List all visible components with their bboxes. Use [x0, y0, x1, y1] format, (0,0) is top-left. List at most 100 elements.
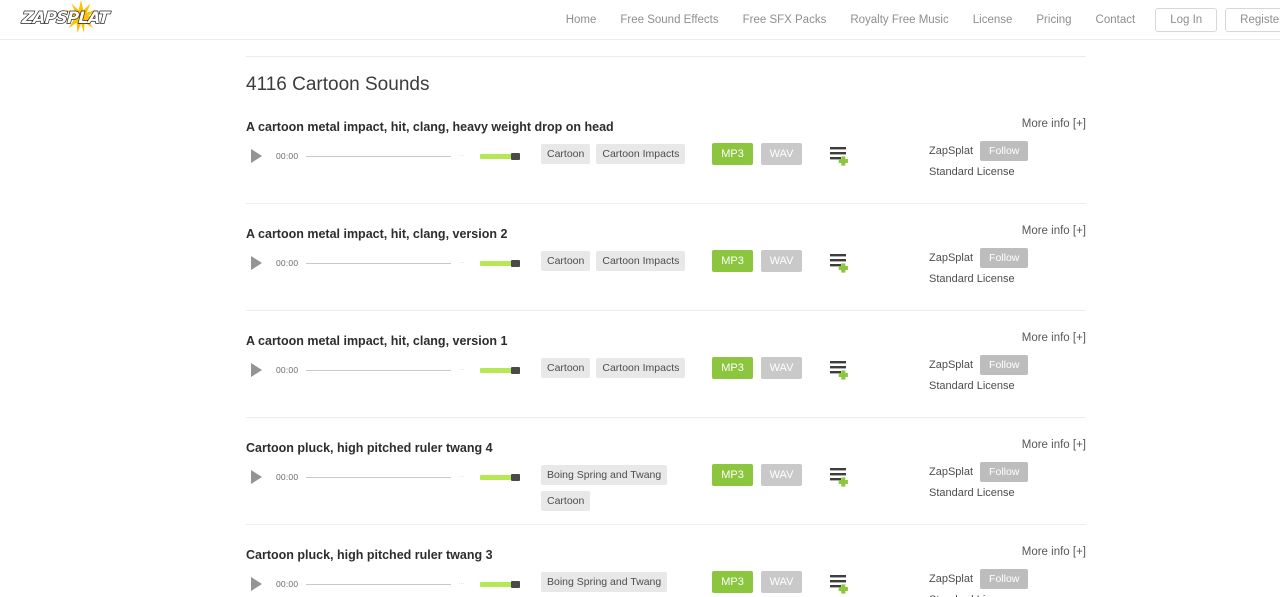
more-info-toggle[interactable]: More info [+] — [1022, 118, 1086, 130]
download-wav-button[interactable]: WAV — [761, 357, 802, 379]
license-label: Standard License — [929, 487, 1015, 499]
volume-slider[interactable] — [480, 366, 520, 374]
author-block: ZapSplat Follow Standard License — [929, 248, 1089, 285]
seek-slider[interactable] — [306, 262, 451, 264]
play-icon[interactable] — [249, 576, 265, 592]
author-block: ZapSplat Follow Standard License — [929, 141, 1089, 178]
nav-item-home[interactable]: Home — [554, 0, 609, 40]
volume-slider[interactable] — [480, 580, 520, 588]
license-label: Standard License — [929, 273, 1015, 285]
download-mp3-button[interactable]: MP3 — [712, 571, 753, 593]
tag-chip[interactable]: Cartoon — [541, 358, 591, 378]
more-info-toggle[interactable]: More info [+] — [1022, 546, 1086, 558]
author-name[interactable]: ZapSplat — [929, 145, 973, 157]
author-name[interactable]: ZapSplat — [929, 466, 973, 478]
sound-row-body: 00:00 CartoonCartoon Impacts MP3 WAV — [246, 355, 1086, 403]
sound-title: A cartoon metal impact, hit, clang, heav… — [246, 120, 614, 134]
follow-button[interactable]: Follow — [980, 569, 1029, 589]
zapsplat-logo[interactable]: ZAPSPLAT — [21, 0, 142, 34]
loading-dots-icon — [457, 150, 473, 162]
more-info-toggle[interactable]: More info [+] — [1022, 439, 1086, 451]
sound-row-body: 00:00 CartoonCartoon Impacts MP3 WAV — [246, 141, 1086, 189]
download-mp3-button[interactable]: MP3 — [712, 250, 753, 272]
sound-title: A cartoon metal impact, hit, clang, vers… — [246, 334, 508, 348]
tag-chip[interactable]: Cartoon — [541, 491, 591, 511]
volume-slider[interactable] — [480, 259, 520, 267]
author-name[interactable]: ZapSplat — [929, 252, 973, 264]
add-to-playlist-icon[interactable] — [829, 465, 851, 487]
tag-list: Cartoon Cartoon Impacts — [541, 144, 711, 164]
register-button[interactable]: Register — [1225, 8, 1280, 32]
nav-item-free-sfx-packs[interactable]: Free SFX Packs — [731, 0, 839, 40]
tag-chip[interactable]: Cartoon — [541, 251, 591, 271]
author-name[interactable]: ZapSplat — [929, 359, 973, 371]
follow-button[interactable]: Follow — [980, 355, 1029, 375]
nav-item-contact[interactable]: Contact — [1084, 0, 1148, 40]
follow-button[interactable]: Follow — [980, 462, 1029, 482]
login-button[interactable]: Log In — [1155, 8, 1218, 32]
current-time: 00:00 — [276, 579, 299, 589]
current-time: 00:00 — [276, 472, 299, 482]
seek-slider[interactable] — [306, 476, 451, 478]
current-time: 00:00 — [276, 258, 299, 268]
current-time: 00:00 — [276, 151, 299, 161]
more-info-toggle[interactable]: More info [+] — [1022, 225, 1086, 237]
nav-item-pricing[interactable]: Pricing — [1024, 0, 1083, 40]
play-icon[interactable] — [249, 362, 265, 378]
seek-slider[interactable] — [306, 583, 451, 585]
volume-slider[interactable] — [480, 152, 520, 160]
sound-title: Cartoon pluck, high pitched ruler twang … — [246, 441, 493, 455]
add-to-playlist-icon[interactable] — [829, 251, 851, 273]
license-label: Standard License — [929, 166, 1015, 178]
play-icon[interactable] — [249, 255, 265, 271]
nav-item-royalty-free-music[interactable]: Royalty Free Music — [838, 0, 960, 40]
seek-slider[interactable] — [306, 369, 451, 371]
download-formats: MP3 WAV — [712, 357, 802, 379]
audio-player: 00:00 — [246, 359, 520, 381]
sound-title: A cartoon metal impact, hit, clang, vers… — [246, 227, 508, 241]
tag-chip[interactable]: Cartoon Impacts — [596, 144, 686, 164]
add-to-playlist-icon[interactable] — [829, 144, 851, 166]
play-icon[interactable] — [249, 469, 265, 485]
author-line: ZapSplat Follow — [929, 355, 1089, 375]
follow-button[interactable]: Follow — [980, 141, 1029, 161]
play-icon[interactable] — [249, 148, 265, 164]
nav-item-license[interactable]: License — [961, 0, 1025, 40]
nav-item-free-sound-effects[interactable]: Free Sound Effects — [608, 0, 730, 40]
tag-list: Boing Spring and TwangCartoon — [541, 572, 711, 597]
author-name[interactable]: ZapSplat — [929, 573, 973, 585]
tag-chip[interactable]: Cartoon Impacts — [596, 358, 686, 378]
loading-dots-icon — [457, 471, 473, 483]
audio-player: 00:00 — [246, 466, 520, 488]
loading-dots-icon — [457, 578, 473, 590]
sound-row-4: Cartoon pluck, high pitched ruler twang … — [246, 525, 1086, 597]
download-mp3-button[interactable]: MP3 — [712, 357, 753, 379]
page-title: 4116 Cartoon Sounds — [246, 74, 430, 95]
tag-chip[interactable]: Cartoon Impacts — [596, 251, 686, 271]
audio-player: 00:00 — [246, 145, 520, 167]
author-block: ZapSplat Follow Standard License — [929, 355, 1089, 392]
download-wav-button[interactable]: WAV — [761, 464, 802, 486]
add-to-playlist-icon[interactable] — [829, 572, 851, 594]
follow-button[interactable]: Follow — [980, 248, 1029, 268]
loading-dots-icon — [457, 257, 473, 269]
download-mp3-button[interactable]: MP3 — [712, 464, 753, 486]
download-wav-button[interactable]: WAV — [761, 250, 802, 272]
tag-chip[interactable]: Boing Spring and Twang — [541, 465, 668, 485]
download-wav-button[interactable]: WAV — [761, 143, 802, 165]
more-info-toggle[interactable]: More info [+] — [1022, 332, 1086, 344]
seek-slider[interactable] — [306, 155, 451, 157]
tag-list: Boing Spring and Twang Cartoon — [541, 465, 711, 511]
download-mp3-button[interactable]: MP3 — [712, 143, 753, 165]
tag-chip[interactable]: Cartoon — [541, 144, 591, 164]
loading-dots-icon — [457, 364, 473, 376]
site-header: ZAPSPLAT Home Free Sound Effects Free SF… — [0, 0, 1280, 40]
download-wav-button[interactable]: WAV — [761, 571, 802, 593]
add-to-playlist-icon[interactable] — [829, 358, 851, 380]
volume-slider[interactable] — [480, 473, 520, 481]
license-label: Standard License — [929, 380, 1015, 392]
tag-chip[interactable]: Boing Spring and Twang — [541, 572, 668, 592]
sound-list: A cartoon metal impact, hit, clang, heav… — [246, 97, 1086, 597]
sound-row-body: 00:00 Boing Spring and Twang Cartoon MP3 … — [246, 462, 1086, 511]
sound-row-body: 00:00 CartoonCartoon Impacts MP3 WAV — [246, 248, 1086, 296]
